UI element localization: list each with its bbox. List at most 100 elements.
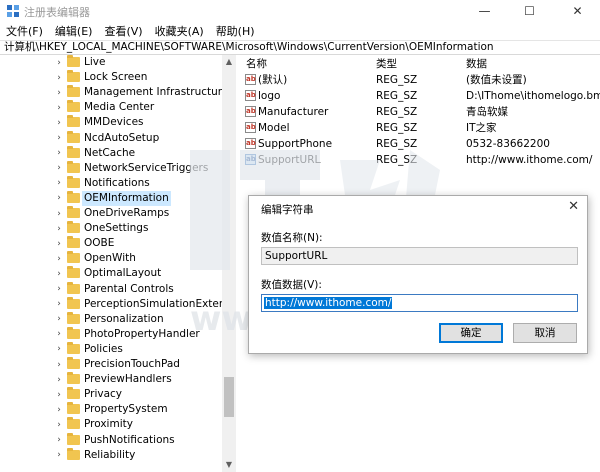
- chevron-right-icon[interactable]: ›: [54, 329, 64, 339]
- tree-item[interactable]: › OneSettings: [0, 221, 220, 236]
- string-value-icon: ab: [245, 154, 256, 165]
- chevron-right-icon[interactable]: ›: [54, 239, 64, 249]
- close-window-button[interactable]: ✕: [555, 0, 600, 22]
- tree-item[interactable]: › Management Infrastructure: [0, 85, 228, 100]
- menu-help[interactable]: 帮助(H): [214, 23, 257, 39]
- tree-item-label: Notifications: [84, 176, 150, 189]
- tree-item[interactable]: › NetworkServiceTriggers: [0, 160, 220, 176]
- tree-item[interactable]: › Proximity: [0, 417, 220, 432]
- chevron-right-icon[interactable]: ›: [54, 118, 64, 128]
- scroll-up-icon[interactable]: ▲: [222, 55, 236, 69]
- value-row[interactable]: ab logo REG_SZ D:\IThome\ithomelogo.bmp: [240, 88, 600, 104]
- value-type-cell: REG_SZ: [376, 106, 418, 118]
- value-row[interactable]: ab SupportURL REG_SZ http://www.ithome.com/: [240, 152, 600, 168]
- dialog-close-icon[interactable]: ✕: [568, 199, 579, 214]
- tree-item[interactable]: › Lock Screen: [0, 70, 220, 85]
- chevron-right-icon[interactable]: ›: [54, 314, 64, 324]
- menu-bar: 文件(F) 编辑(E) 查看(V) 收藏夹(A) 帮助(H): [0, 22, 600, 40]
- value-row[interactable]: ab (默认) REG_SZ (数值未设置): [240, 72, 600, 88]
- tree-item[interactable]: › Notifications: [0, 175, 220, 191]
- scroll-down-icon[interactable]: ▼: [222, 458, 236, 472]
- column-header-data[interactable]: 数据: [466, 56, 487, 70]
- menu-edit[interactable]: 编辑(E): [53, 23, 95, 39]
- column-header-type[interactable]: 类型: [376, 56, 397, 70]
- chevron-right-icon[interactable]: ›: [54, 133, 64, 143]
- value-row[interactable]: ab SupportPhone REG_SZ 0532-83662200: [240, 136, 600, 152]
- chevron-right-icon[interactable]: ›: [54, 420, 64, 430]
- chevron-right-icon[interactable]: ›: [54, 450, 64, 460]
- chevron-right-icon[interactable]: ›: [54, 435, 64, 445]
- maximize-button[interactable]: ☐: [507, 0, 552, 22]
- tree-item[interactable]: › OpenWith: [0, 251, 220, 266]
- folder-icon: [67, 387, 80, 400]
- chevron-right-icon[interactable]: ›: [54, 405, 64, 415]
- chevron-right-icon[interactable]: ›: [54, 88, 64, 98]
- value-type-cell: REG_SZ: [376, 122, 418, 134]
- tree-item[interactable]: › OneDriveRamps: [0, 206, 220, 221]
- chevron-right-icon[interactable]: ›: [54, 163, 64, 173]
- tree-item[interactable]: › Parental Controls: [0, 281, 220, 297]
- tree-item[interactable]: › NetCache: [0, 145, 220, 161]
- chevron-right-icon[interactable]: ›: [54, 103, 64, 113]
- chevron-right-icon[interactable]: ›: [54, 299, 64, 309]
- tree-item[interactable]: › Personalization: [0, 311, 220, 327]
- minimize-button[interactable]: —: [462, 0, 507, 22]
- chevron-right-icon[interactable]: ›: [54, 58, 64, 68]
- value-type-cell: REG_SZ: [376, 90, 418, 102]
- chevron-right-icon[interactable]: ›: [54, 269, 64, 279]
- tree-item[interactable]: › PreviewHandlers: [0, 372, 220, 387]
- tree-item[interactable]: › OEMInformation: [0, 190, 220, 206]
- chevron-right-icon[interactable]: ›: [54, 360, 64, 370]
- tree-item-label: PerceptionSimulationExtensions: [84, 297, 236, 310]
- tree-item[interactable]: › OptimalLayout: [0, 266, 220, 281]
- chevron-right-icon[interactable]: ›: [54, 73, 64, 83]
- folder-icon: [67, 221, 80, 234]
- tree-item[interactable]: › Policies: [0, 341, 220, 357]
- tree-item-label: Reliability: [84, 448, 136, 461]
- tree-item-label: OEMInformation: [82, 190, 171, 206]
- tree-item[interactable]: › PrecisionTouchPad: [0, 357, 220, 372]
- chevron-right-icon[interactable]: ›: [54, 209, 64, 219]
- value-row[interactable]: ab Model REG_SZ IT之家: [240, 120, 600, 136]
- chevron-right-icon[interactable]: ›: [54, 224, 64, 234]
- tree-item[interactable]: › Privacy: [0, 387, 220, 402]
- tree-item[interactable]: › Live: [0, 55, 220, 70]
- chevron-right-icon[interactable]: ›: [54, 284, 64, 294]
- chevron-right-icon[interactable]: ›: [54, 193, 64, 203]
- key-tree: › Live › Lock Screen › Management Infrastruct…: [0, 55, 236, 472]
- folder-icon: [67, 130, 80, 143]
- cancel-button[interactable]: 取消: [513, 323, 577, 343]
- tree-item[interactable]: › Reliability: [0, 447, 220, 463]
- tree-item[interactable]: › PerceptionSimulationExtensions: [0, 296, 235, 312]
- chevron-right-icon[interactable]: ›: [54, 344, 64, 354]
- value-name-cell: Manufacturer: [258, 106, 329, 118]
- chevron-right-icon[interactable]: ›: [54, 254, 64, 264]
- tree-scrollbar[interactable]: ▲ ▼: [222, 55, 236, 472]
- dialog-title: 编辑字符串: [261, 204, 314, 216]
- menu-view[interactable]: 查看(V): [102, 23, 144, 39]
- tree-item[interactable]: › PushNotifications: [0, 432, 220, 448]
- chevron-right-icon[interactable]: ›: [54, 178, 64, 188]
- chevron-right-icon[interactable]: ›: [54, 148, 64, 158]
- value-row[interactable]: ab Manufacturer REG_SZ 青岛软媒: [240, 104, 600, 120]
- folder-icon: [67, 190, 80, 203]
- tree-item-label: Parental Controls: [84, 282, 174, 295]
- tree-item[interactable]: › OOBE: [0, 236, 220, 251]
- menu-file[interactable]: 文件(F): [4, 23, 45, 39]
- tree-item[interactable]: › MMDevices: [0, 115, 220, 130]
- chevron-right-icon[interactable]: ›: [54, 375, 64, 385]
- menu-favorites[interactable]: 收藏夹(A): [153, 23, 206, 39]
- tree-item[interactable]: › PhotoPropertyHandler: [0, 326, 220, 342]
- chevron-right-icon[interactable]: ›: [54, 390, 64, 400]
- column-header-name[interactable]: 名称: [246, 56, 267, 70]
- ok-button[interactable]: 确定: [439, 323, 503, 343]
- tree-item[interactable]: › NcdAutoSetup: [0, 130, 220, 146]
- address-bar[interactable]: 计算机\HKEY_LOCAL_MACHINE\SOFTWARE\Microsof…: [0, 40, 600, 55]
- scroll-thumb[interactable]: [224, 377, 234, 417]
- tree-item[interactable]: › Media Center: [0, 100, 220, 115]
- tree-item-label: PropertySystem: [84, 403, 168, 416]
- value-data-input[interactable]: http://www.ithome.com/: [261, 294, 578, 312]
- folder-icon: [67, 417, 80, 430]
- tree-item[interactable]: › PropertySystem: [0, 402, 220, 417]
- tree-item-label: PushNotifications: [84, 433, 175, 446]
